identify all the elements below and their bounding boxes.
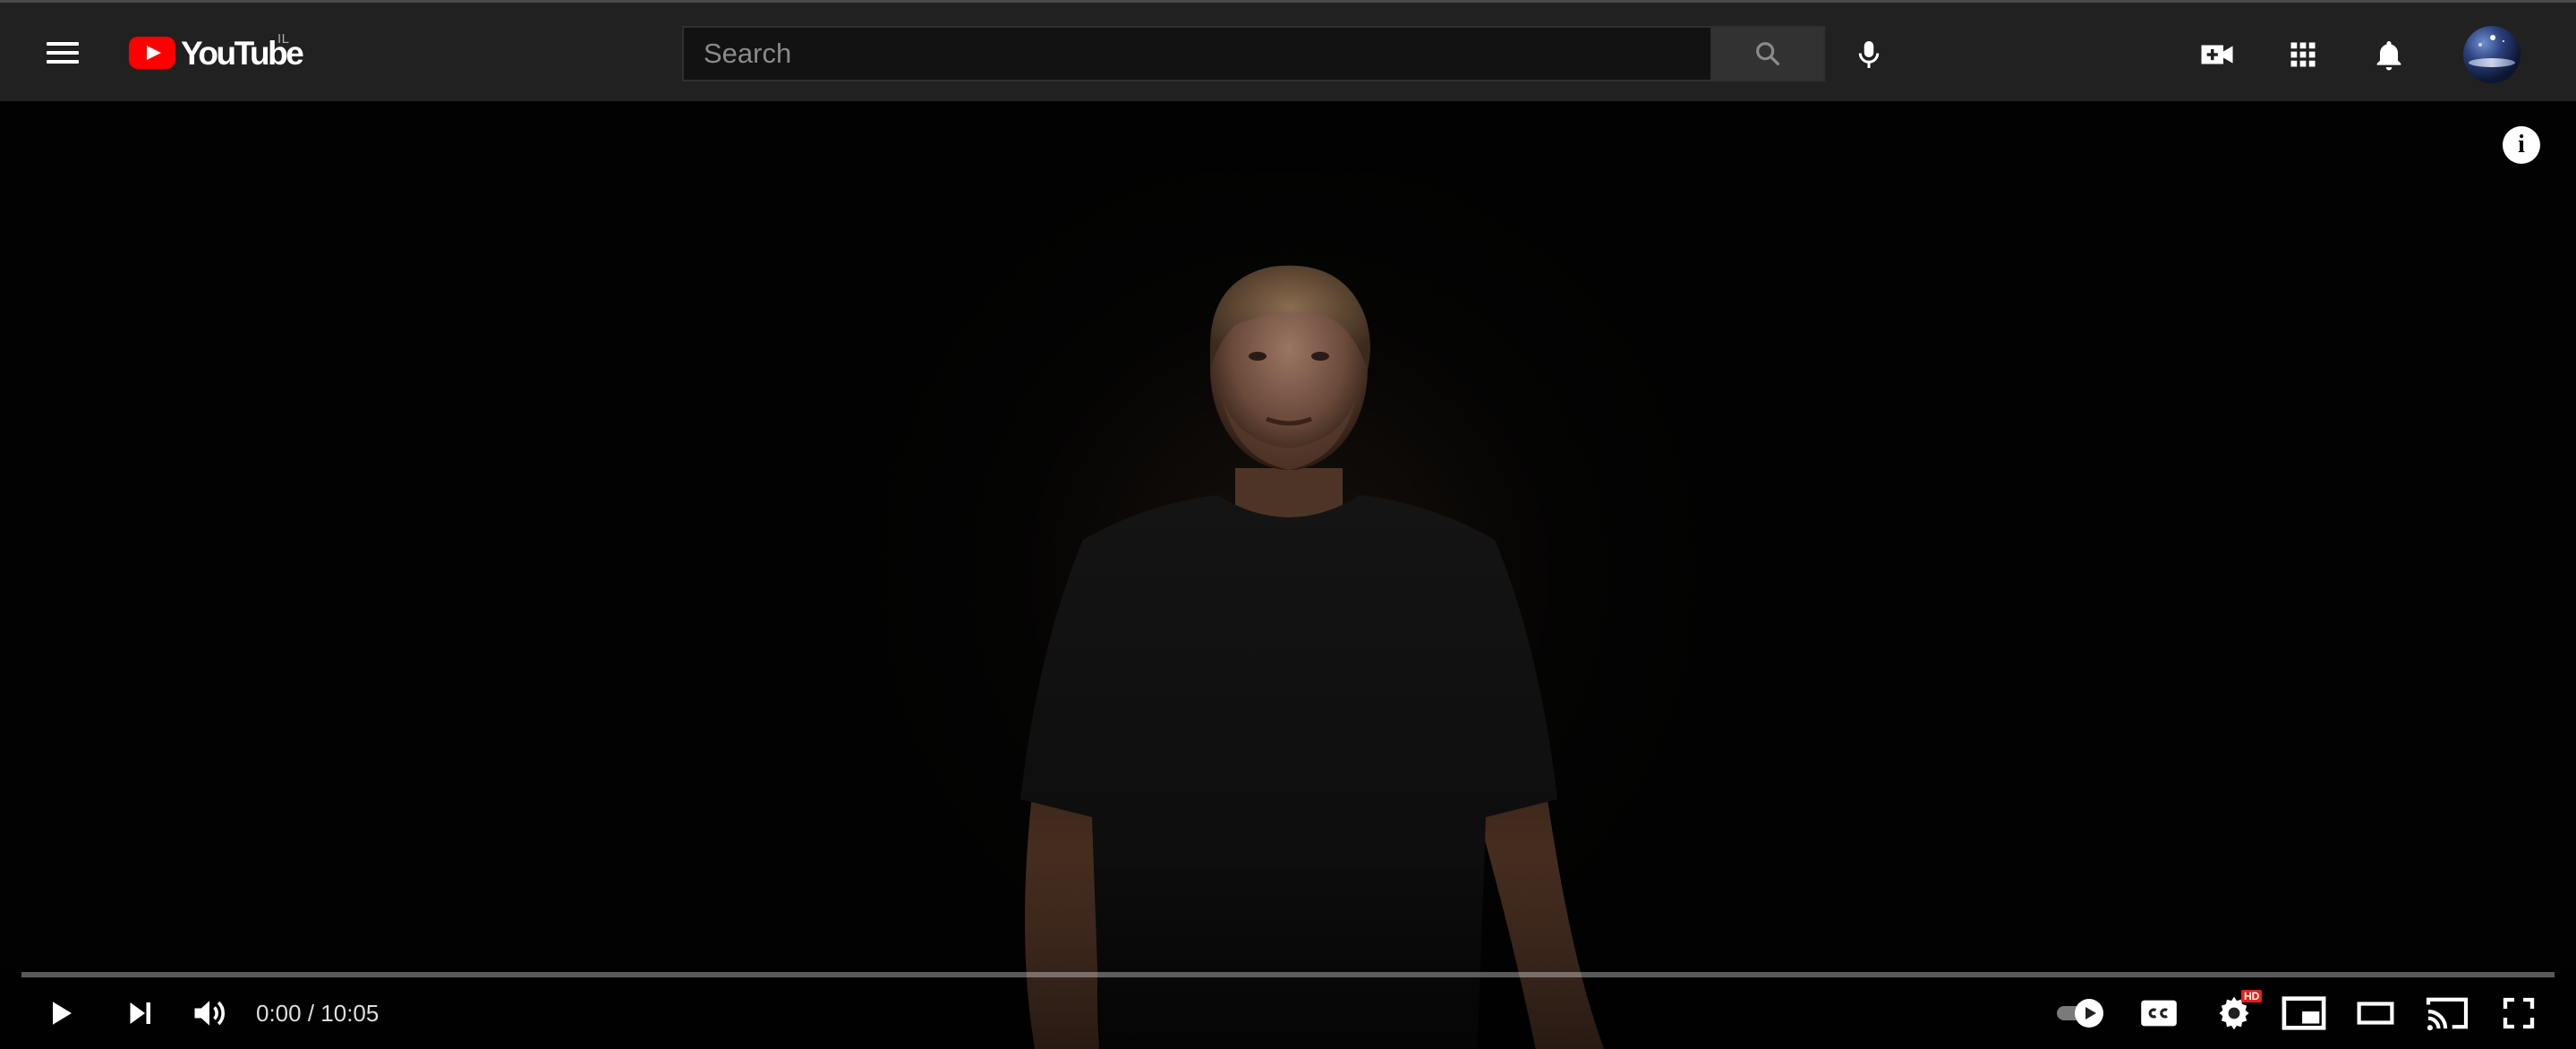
theater-mode-button[interactable] [2350,988,2401,1038]
user-avatar[interactable] [2463,26,2521,83]
hamburger-line [47,42,79,46]
masthead: YouTube IL [0,0,2576,101]
youtube-logo[interactable]: YouTube [129,33,304,72]
time-display: 0:00 / 10:05 [256,999,379,1028]
search-box [682,26,1825,81]
fullscreen-button[interactable] [2494,988,2544,1038]
create-video-icon [2201,45,2233,64]
skip-next-icon [130,1002,150,1024]
play-button[interactable] [36,988,86,1038]
apps-grid-icon [2290,42,2316,67]
settings-button[interactable]: HD [2209,988,2263,1038]
cast-icon [2426,997,2469,1031]
next-button[interactable] [115,988,165,1038]
hamburger-line [47,51,79,55]
autoplay-knob [2075,999,2103,1028]
youtube-logo-icon [129,37,175,69]
search-input[interactable] [682,26,1710,81]
fullscreen-icon [2503,997,2535,1029]
captions-button[interactable] [2134,988,2184,1038]
search-icon [1756,42,1780,66]
search-button[interactable] [1710,26,1825,81]
logo-country-code: IL [277,31,290,47]
cast-button[interactable] [2422,988,2472,1038]
hamburger-menu-icon[interactable] [43,37,82,69]
apps-button[interactable] [2282,33,2324,76]
video-info-button[interactable]: i [2503,126,2540,164]
autoplay-toggle[interactable] [2055,997,2109,1029]
time-separator: / [301,1000,321,1027]
volume-icon [194,1001,225,1026]
notifications-button[interactable] [2367,33,2410,76]
microphone-icon [1858,41,1880,68]
create-button[interactable] [2196,33,2239,76]
hamburger-line [47,60,79,64]
play-icon [53,1002,72,1025]
voice-search-button[interactable] [1847,33,1890,76]
current-time: 0:00 [256,1000,302,1027]
theater-mode-icon [2357,1002,2394,1025]
miniplayer-button[interactable] [2279,988,2329,1038]
miniplayer-icon [2282,996,2326,1030]
controls-gradient [0,853,2576,1049]
duration: 10:05 [320,1000,380,1027]
closed-captions-icon [2141,1000,2177,1027]
info-icon: i [2518,131,2525,158]
hd-badge: HD [2241,990,2263,1002]
progress-bar[interactable] [21,972,2555,977]
mute-button[interactable] [184,988,235,1038]
bell-icon [2376,41,2401,71]
